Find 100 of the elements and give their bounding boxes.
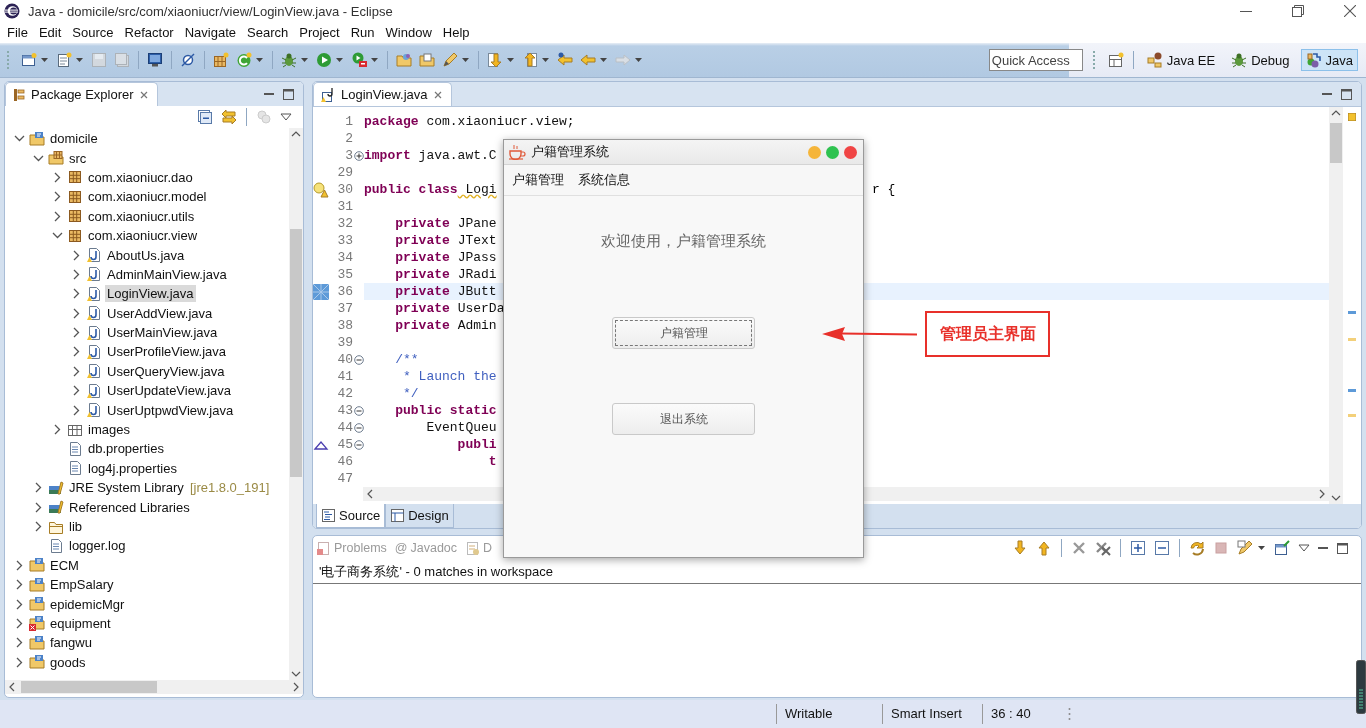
minimize-dot-icon[interactable]	[808, 145, 821, 159]
search-history-icon[interactable]	[1237, 540, 1253, 556]
caret-icon[interactable]	[336, 58, 343, 62]
menu-item[interactable]: Navigate	[180, 23, 240, 42]
close-icon[interactable]	[138, 89, 149, 100]
scroll-thumb[interactable]	[290, 229, 302, 477]
previous-arrow-icon[interactable]	[522, 52, 538, 68]
menu-item[interactable]: Search	[243, 23, 293, 42]
tree-item[interactable]: com.xiaoniucr.model	[86, 188, 209, 206]
view-tab[interactable]: Package Explorer	[5, 82, 158, 106]
caret-icon[interactable]	[507, 58, 514, 62]
vertical-scrollbar[interactable]	[1329, 107, 1343, 504]
editor-mode-tab[interactable]: Source	[316, 504, 386, 528]
caret-icon[interactable]	[371, 58, 378, 62]
tree-item[interactable]: com.xiaoniucr.view	[86, 227, 200, 245]
new-file-icon[interactable]	[56, 52, 72, 68]
caret-icon[interactable]	[542, 58, 549, 62]
tree-item[interactable]: AboutUs.java	[105, 246, 187, 264]
menu-item[interactable]: Source	[68, 23, 118, 42]
maximize-icon[interactable]	[1336, 541, 1349, 555]
scroll-left-icon[interactable]	[367, 489, 373, 499]
refresh-arrows-icon[interactable]	[1189, 540, 1205, 556]
scroll-down-icon[interactable]	[291, 671, 301, 677]
scroll-left-icon[interactable]	[9, 682, 15, 692]
pin-icon[interactable]	[1274, 540, 1290, 556]
tree-item[interactable]: domicile	[48, 130, 100, 148]
tree-item[interactable]: src	[67, 149, 89, 167]
folder-icon[interactable]	[396, 52, 412, 68]
menu-item[interactable]: 户籍管理	[512, 171, 564, 189]
quick-access-field[interactable]: Quick Access	[988, 49, 1083, 71]
menu-item[interactable]: Window	[381, 23, 436, 42]
scroll-thumb[interactable]	[1330, 123, 1342, 163]
tree-item[interactable]: com.xiaoniucr.dao	[86, 168, 195, 186]
open-perspective-icon[interactable]	[1107, 52, 1124, 68]
new-window-icon[interactable]	[21, 52, 37, 68]
menu-item[interactable]: Refactor	[120, 23, 178, 42]
collapse-fold-icon[interactable]	[353, 354, 364, 365]
caret-icon[interactable]	[1258, 546, 1265, 550]
tree-item[interactable]: goods	[48, 653, 88, 671]
menu-item[interactable]: Run	[346, 23, 379, 42]
caret-icon[interactable]	[256, 58, 263, 62]
caret-icon[interactable]	[76, 58, 83, 62]
tree-item[interactable]: lib	[67, 518, 84, 535]
layout-icon[interactable]	[390, 508, 406, 523]
source-page-icon[interactable]	[321, 508, 336, 523]
tree-item[interactable]: equipment	[48, 614, 113, 632]
remove-icon[interactable]	[1071, 540, 1087, 556]
scroll-down-icon[interactable]	[1331, 495, 1341, 501]
close-dot-icon[interactable]	[844, 145, 857, 159]
run-toolbox-icon[interactable]	[351, 52, 367, 68]
expand-all-icon[interactable]	[1130, 540, 1146, 556]
menu-item[interactable]: Project	[295, 23, 344, 42]
folders-bean-icon[interactable]	[1146, 52, 1163, 68]
menu-item[interactable]: 系统信息	[578, 171, 630, 189]
editor-mode-tab[interactable]: Design	[385, 504, 454, 528]
expand-fold-icon[interactable]	[353, 150, 364, 161]
up-arrow-icon[interactable]	[1036, 540, 1052, 556]
bug-icon[interactable]	[281, 52, 297, 68]
menu-item[interactable]: Help	[438, 23, 474, 42]
link-arrows-icon[interactable]	[221, 109, 237, 125]
collapse-fold-icon[interactable]	[353, 439, 364, 450]
tree-item[interactable]: AdminMainView.java	[105, 265, 229, 283]
view-menu-icon[interactable]	[280, 113, 292, 121]
scroll-thumb[interactable]	[21, 681, 157, 693]
tree-item[interactable]: log4j.properties	[86, 459, 179, 477]
tree-item[interactable]: com.xiaoniucr.utils	[86, 207, 197, 225]
run-icon[interactable]	[316, 52, 332, 68]
caret-icon[interactable]	[462, 58, 469, 62]
collapse-fold-icon[interactable]	[353, 405, 364, 416]
caret-icon[interactable]	[301, 58, 308, 62]
scroll-up-icon[interactable]	[291, 131, 301, 137]
collapse-all-icon[interactable]	[1154, 540, 1170, 556]
collapse-fold-icon[interactable]	[353, 422, 364, 433]
refresh-icon[interactable]	[236, 52, 252, 68]
perspective-button[interactable]: Java	[1300, 49, 1358, 71]
caret-icon[interactable]	[600, 58, 607, 62]
close-icon[interactable]	[432, 89, 443, 100]
horizontal-scrollbar[interactable]	[5, 680, 303, 694]
dialog-button[interactable]: 退出系统	[612, 403, 755, 435]
pen-icon[interactable]	[442, 52, 458, 68]
tree-item[interactable]: logger.log	[67, 537, 128, 555]
tree-item[interactable]: db.properties	[86, 440, 166, 458]
perspective-button[interactable]: Debug	[1226, 49, 1295, 71]
tree-item[interactable]: EmpSalary	[48, 576, 116, 594]
caret-icon[interactable]	[41, 58, 48, 62]
tree-item[interactable]: epidemicMgr	[48, 595, 127, 613]
tree-item[interactable]: UserUpdateView.java	[105, 382, 234, 400]
menu-item[interactable]: File	[3, 23, 32, 42]
restore-icon[interactable]	[1292, 5, 1304, 17]
tree-item[interactable]: UserProfileView.java	[105, 343, 228, 361]
view-menu-icon[interactable]	[1298, 544, 1310, 552]
scroll-right-icon[interactable]	[293, 682, 299, 692]
tree-item[interactable]: UserQueryView.java	[105, 362, 227, 380]
scroll-up-icon[interactable]	[1331, 110, 1341, 116]
next-arrow-icon[interactable]	[487, 52, 503, 68]
back-star-icon[interactable]	[557, 52, 573, 68]
maximize-dot-icon[interactable]	[826, 145, 839, 159]
editor-tab[interactable]: LoginView.java	[313, 82, 452, 106]
java-perspective-icon[interactable]	[1305, 52, 1322, 68]
tree-item[interactable]: ECM	[48, 556, 81, 574]
